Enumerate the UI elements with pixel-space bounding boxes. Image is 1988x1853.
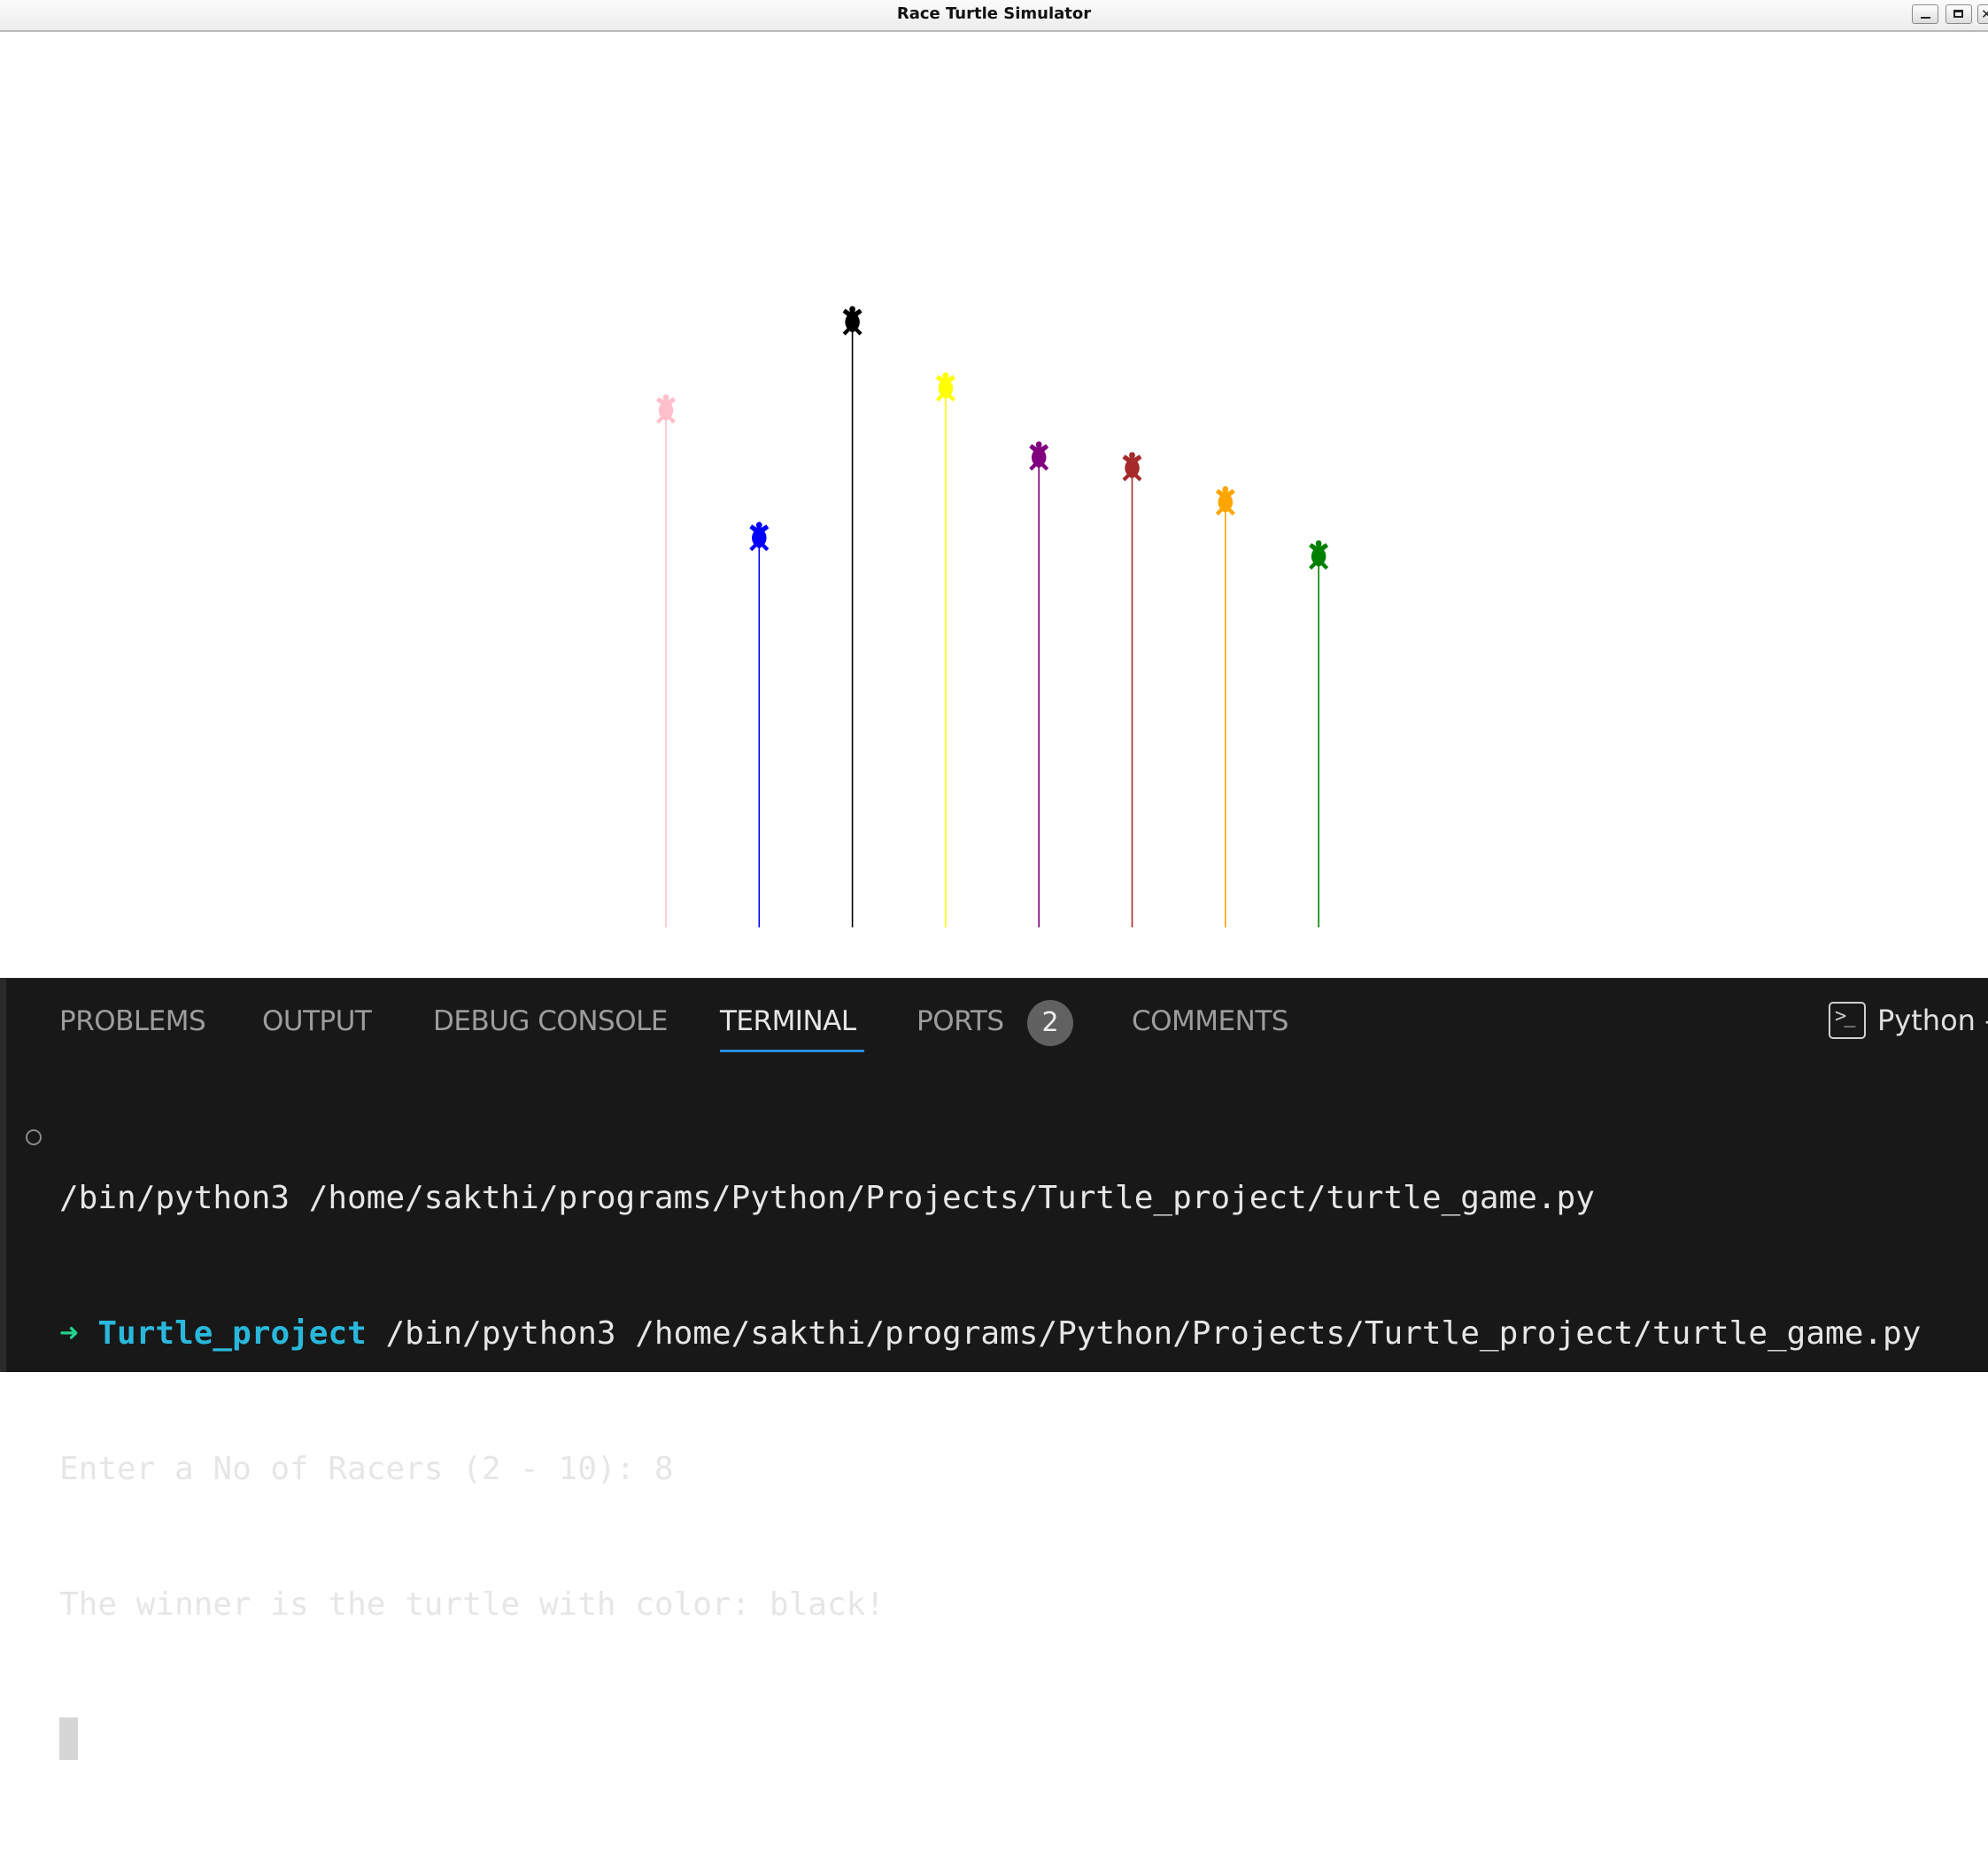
prompt-directory: Turtle_project [97, 1315, 367, 1352]
turtle-icon-green [1309, 540, 1329, 570]
turtle-race-canvas [656, 306, 1329, 927]
window-titlebar[interactable]: Race Turtle Simulator ✕ [0, 0, 1988, 32]
tab-problems[interactable]: PROBLEMS [59, 1005, 206, 1037]
tab-ports[interactable]: PORTS [917, 1005, 1004, 1037]
bottom-panel: PROBLEMS OUTPUT DEBUG CONSOLE TERMINAL P… [0, 978, 1988, 1760]
terminal-icon[interactable]: >_ [1829, 1002, 1866, 1039]
turtle-icon-pink [656, 394, 676, 424]
minimize-button[interactable] [1912, 4, 1938, 24]
maximize-button[interactable] [1945, 4, 1972, 24]
terminal-line: The winner is the turtle with color: bla… [59, 1586, 885, 1623]
tab-output[interactable]: OUTPUT [262, 1005, 372, 1037]
terminal-line: Enter a No of Racers (2 - 10): 8 [59, 1451, 674, 1487]
terminal-output[interactable]: /bin/python3 /home/sakthi/programs/Pytho… [59, 1085, 1921, 1853]
close-icon: ✕ [1981, 6, 1988, 22]
close-button[interactable]: ✕ [1977, 4, 1988, 24]
turtle-icon-brown [1122, 452, 1142, 482]
turtle-icon-blue [749, 522, 770, 552]
prompt-arrow-icon: ➜ [59, 1315, 79, 1352]
maximize-icon [1953, 10, 1963, 18]
panel-tab-bar: PROBLEMS OUTPUT DEBUG CONSOLE TERMINAL P… [6, 979, 1988, 1064]
terminal-line: /bin/python3 /home/sakthi/programs/Pytho… [59, 1180, 1595, 1216]
terminal-shell-label[interactable]: Python - [1877, 1004, 1988, 1037]
active-tab-indicator [720, 1050, 864, 1052]
turtle-icon-black [842, 306, 862, 336]
turtle-icon-purple [1029, 441, 1049, 471]
prompt-command: /bin/python3 /home/sakthi/programs/Pytho… [366, 1315, 1922, 1352]
terminal-input-line[interactable] [59, 1717, 1921, 1763]
window-title: Race Turtle Simulator [896, 4, 1092, 23]
turtle-icon-yellow [935, 372, 955, 402]
turtle-icon-orange [1215, 486, 1235, 516]
command-status-icon[interactable] [26, 1129, 42, 1145]
minimize-icon [1921, 17, 1930, 19]
terminal-cursor [59, 1717, 78, 1760]
ports-count-badge: 2 [1027, 1000, 1073, 1046]
tab-debug-console[interactable]: DEBUG CONSOLE [433, 1005, 668, 1037]
terminal-prompt-line: ➜ Turtle_project /bin/python3 /home/sakt… [59, 1311, 1921, 1356]
tab-terminal[interactable]: TERMINAL [720, 1005, 856, 1037]
tab-comments[interactable]: COMMENTS [1132, 1005, 1288, 1037]
